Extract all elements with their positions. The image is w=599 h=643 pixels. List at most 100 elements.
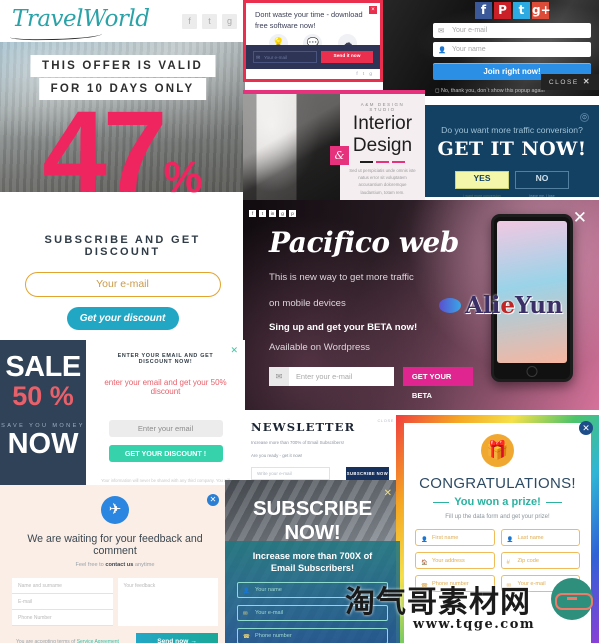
feedback-subheading: Feel free to contact us anytime (75, 562, 155, 568)
newsletter-email-input[interactable]: Write your e-mail (251, 466, 330, 480)
get-discount-button[interactable]: Get your discount (66, 307, 179, 330)
congratulations-subheading: You won a prize! (415, 496, 580, 508)
sale-word: SALE (5, 351, 81, 383)
sale-email-input[interactable]: Enter your email (108, 420, 223, 437)
logo-swoosh-icon (9, 30, 103, 41)
feedback-name-input[interactable]: Name and surname (12, 578, 113, 594)
twitter-icon[interactable]: t (513, 2, 530, 19)
close-icon[interactable]: ✕ (579, 421, 593, 435)
subscribe-title-line1: Increase more than 700X of (252, 551, 373, 561)
pacifico-popup: ✕ Pacifico web This is new way to get mo… (243, 200, 599, 410)
feedback-email-input[interactable]: E-mail (12, 594, 113, 610)
yes-sublabel: I want more conversion (463, 194, 501, 197)
no-sublabel: leave me, I lose (529, 194, 555, 197)
congratulations-form: First name Last name Your address Zip co… (415, 529, 580, 594)
newsletter-form: Write your e-mail SUBSCRIBE NOW (251, 466, 389, 480)
watermark-chinese-text: 淘气哥素材网 (345, 585, 531, 620)
googleplus-icon[interactable]: g (222, 14, 237, 29)
close-icon[interactable]: ✕ (583, 77, 591, 86)
newsletter-subscribe-button[interactable]: SUBSCRIBE NOW (345, 466, 389, 480)
email-input[interactable]: Your e-mail (24, 272, 221, 297)
close-tab-button[interactable]: CLOSE ✕ (541, 74, 599, 90)
join-name-input[interactable]: Your name (433, 42, 591, 58)
interior-title-line2: Design (352, 134, 413, 156)
congratulations-note: Fill up the data form and get your prize… (445, 514, 550, 520)
traffic-conversion-popup: ⊙ Do you want more traffic conversion? G… (425, 105, 599, 197)
interior-kicker: A&M DESIGN STUDIO (360, 102, 405, 112)
close-icon[interactable]: × (369, 6, 377, 14)
subscribe-phone-input[interactable]: Phone number (237, 627, 388, 643)
join-email-input[interactable]: Your e-mail (433, 23, 591, 38)
feedback-popup: ✕ ✈ We are waiting for your feedback and… (0, 485, 230, 643)
newsletter-line2: Are you ready - get it now! (251, 452, 303, 458)
pinterest-icon[interactable]: P (494, 2, 511, 19)
sale-right-panel: ✕ ENTER YOUR EMAIL AND GET DISCOUNT NOW!… (86, 340, 245, 483)
pacifico-form: ✉ Enter your e-mail GET YOUR BETA (269, 366, 473, 400)
pacifico-availability: Available on Wordpress (269, 341, 370, 353)
screenshot-stage: TravelWorld f t g THIS OFFER IS VALID FO… (0, 0, 599, 643)
service-agreement-link[interactable]: Service Agreement (77, 639, 119, 643)
sale-now-word: NOW (7, 428, 79, 461)
no-label: NO (535, 173, 549, 183)
send-it-now-button[interactable]: Send it now (321, 51, 373, 63)
interior-monogram-icon: & (330, 146, 349, 165)
traffic-yes-button[interactable]: YES I want more conversion (455, 171, 509, 197)
sale-heading: ENTER YOUR EMAIL AND GET DISCOUNT NOW! (117, 353, 214, 365)
offer-band-line1: THIS OFFER IS VALID (29, 55, 216, 77)
discount-unit: % (163, 153, 203, 202)
newsletter-line1: Increase more than 700% of Email Subscri… (251, 440, 344, 445)
mail-icon: ✉ (269, 366, 289, 386)
paper-plane-icon: ✈ (101, 496, 129, 524)
twitter-icon[interactable]: t (202, 14, 217, 29)
yes-label: YES (473, 173, 491, 183)
interior-divider (349, 160, 416, 163)
software-popup: × Dont waste your time - download free s… (243, 0, 383, 82)
last-name-input[interactable]: Last name (500, 529, 580, 548)
close-icon[interactable]: ✕ (573, 208, 587, 228)
close-tab-label: CLOSE (548, 79, 579, 86)
interior-title-line1: Interior (352, 113, 413, 134)
first-name-input[interactable]: First name (415, 529, 495, 548)
software-popup-footer: f t g (246, 69, 380, 79)
sale-popup: SALE 50 % SAVE YOU MONEY NOW ONLINE PROM… (0, 340, 245, 485)
close-icon[interactable]: ✕ (207, 494, 219, 506)
pacifico-email-placeholder: Enter your e-mail (296, 371, 353, 381)
divider-left (433, 501, 450, 503)
tqge-watermark: 淘气哥素材网 www.tqge.com (345, 578, 594, 632)
feedback-phone-input[interactable]: Phone Number (12, 610, 113, 626)
join-social-row[interactable]: f P t g+ (425, 0, 599, 19)
travelworld-social-links[interactable]: f t g (182, 14, 237, 29)
travelworld-popup: TravelWorld f t g THIS OFFER IS VALID FO… (0, 0, 245, 340)
feedback-form: Name and surname E-mail Phone Number You… (12, 578, 218, 626)
close-icon[interactable]: ⊙ (580, 113, 589, 122)
send-now-button[interactable]: Send now → (136, 633, 218, 643)
feedback-message-textarea[interactable]: Your feedback (117, 578, 218, 626)
address-input[interactable]: Your address (415, 552, 495, 571)
sale-discount-button[interactable]: GET YOUR DISCOUNT ! (108, 445, 223, 462)
divider-right (545, 501, 562, 503)
feedback-terms: You are accepting terms of Service Agree… (16, 639, 119, 643)
software-email-input[interactable]: Your e-mail (253, 51, 317, 64)
googleplus-icon[interactable]: g+ (532, 2, 551, 19)
congratulations-heading: CONGRATULATIONS! (419, 475, 576, 492)
footer-social-icons[interactable]: f t g (356, 71, 374, 76)
pacifico-line1: This is new way to get more traffic (269, 272, 414, 283)
close-icon[interactable]: ✕ (384, 488, 392, 499)
sale-subheading: enter your email and get your 50% discou… (104, 378, 227, 396)
traffic-headline: GET IT NOW! (437, 138, 587, 160)
facebook-icon[interactable]: f (182, 14, 197, 29)
facebook-icon[interactable]: f (475, 2, 492, 19)
traffic-button-row: YES I want more conversion NO leave me, … (425, 171, 599, 197)
travelworld-hero-image: THIS OFFER IS VALID FOR 10 DAYS ONLY 47% (0, 42, 245, 210)
pacifico-email-input[interactable]: ✉ Enter your e-mail (269, 366, 394, 386)
get-beta-button[interactable]: GET YOUR BETA (402, 366, 473, 400)
software-popup-title: Dont waste your time - download free sof… (255, 10, 363, 30)
zip-code-input[interactable]: Zip code (500, 552, 580, 571)
gift-icon: 🎁 (481, 434, 514, 467)
close-icon[interactable]: ✕ (230, 345, 238, 356)
software-form-row: Your e-mail Send it now (253, 51, 373, 64)
sale-percent: 50 % (12, 380, 74, 411)
interior-description: Sed ut perspiciatis unde omnis iste natu… (349, 167, 416, 195)
traffic-no-button[interactable]: NO leave me, I lose (515, 171, 569, 197)
close-label[interactable]: CLOSE (377, 418, 394, 423)
